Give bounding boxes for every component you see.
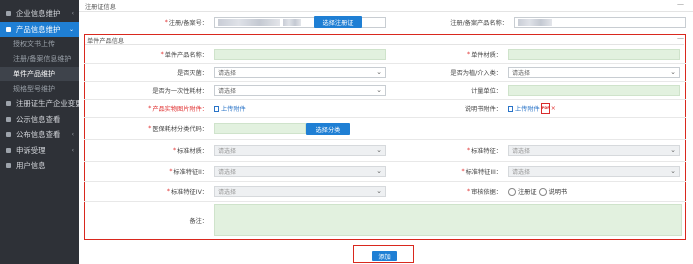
sidebar-item-label: 用户信息: [16, 161, 46, 171]
sidebar-item-label: 公示信息查看: [16, 114, 61, 124]
radio-registration[interactable]: [508, 187, 516, 196]
sidebar-item-enterprise-info[interactable]: 企业信息维护 ‹: [0, 6, 79, 22]
flag-icon: [6, 147, 11, 153]
category-code-input[interactable]: [214, 123, 306, 134]
remove-attachment-icon[interactable]: ×: [551, 105, 556, 112]
form-row: *标准材质： 请选择 *标准特征： 请选择: [84, 140, 686, 162]
is-intervention-label: 是否为植/介入类：: [450, 70, 502, 77]
select-category-button[interactable]: 选择分类: [306, 123, 350, 135]
sidebar-item-label: 企业信息维护: [16, 9, 61, 19]
std-feature1-label: * 标准特征：: [466, 147, 502, 155]
sidebar: 企业信息维护 ‹ 产品信息维护 ⌄ 授权文书上传 注册/备案信息维护 单件产品维护 …: [0, 0, 83, 264]
select-registration-button[interactable]: 选择注册证: [314, 16, 362, 28]
chevron-left-icon: ‹: [71, 131, 74, 139]
sidebar-item-product-info[interactable]: 产品信息维护 ⌄: [0, 21, 79, 37]
radio-registration-label: 注册证: [518, 189, 537, 196]
collapse-product-icon[interactable]: —: [677, 34, 684, 42]
std-feature2-select[interactable]: 请选择: [214, 166, 386, 177]
sidebar-item-user-info[interactable]: 用户信息: [0, 158, 79, 174]
sidebar-item-public-view[interactable]: 公示信息查看: [0, 112, 79, 128]
form-row: 是否灭菌： 请选择 是否为植/介入类： 请选择: [84, 64, 686, 82]
document-icon: [214, 105, 219, 112]
cube-icon: [6, 26, 11, 32]
unit-input[interactable]: [508, 85, 680, 96]
chevron-left-icon: ‹: [71, 10, 74, 17]
form-row: * 单件产品名称： * 单件材质：: [84, 46, 686, 64]
bell-icon: [6, 132, 11, 138]
is-disposable-select[interactable]: 请选择: [214, 85, 386, 96]
collapse-registration-icon[interactable]: —: [677, 0, 684, 8]
form-row: 是否为一次性耗材： 请选择 计量单位：: [84, 82, 686, 100]
std-feature4-select[interactable]: 请选择: [214, 186, 386, 197]
review-basis-label: * 审核依据：: [466, 188, 502, 196]
divider: [79, 11, 693, 12]
chevron-down-icon: ⌄: [68, 25, 74, 33]
sidebar-item-published-view[interactable]: 公布信息查看 ‹: [0, 127, 79, 143]
std-feature1-select[interactable]: 请选择: [508, 145, 680, 156]
form-row: * 医保耗材分类代码： 选择分类: [84, 118, 686, 140]
section-title-registration: 注册证信息: [85, 4, 116, 11]
redacted-value: [518, 18, 552, 26]
radio-manual[interactable]: [538, 187, 547, 196]
pdf-icon[interactable]: PDF: [540, 103, 550, 114]
remarks-textarea[interactable]: [214, 204, 682, 236]
document-icon: [508, 105, 513, 112]
remarks-label: 备注：: [189, 217, 208, 225]
manual-label: 说明书附件：: [464, 106, 502, 113]
main-content: 注册证信息 — * 注册/备案号： 选择注册证 注册/备案产品名称： 单件产品信息…: [79, 0, 693, 264]
upload-manual-link[interactable]: 上传附件: [508, 104, 540, 113]
radio-manual-label: 说明书: [548, 189, 568, 196]
subitem-spec-model[interactable]: 规格型号维护: [0, 81, 79, 96]
add-button[interactable]: 添加: [372, 251, 397, 261]
category-code-label: * 医保耗材分类代码：: [148, 125, 208, 133]
eye-icon: [6, 116, 11, 122]
upload-image-link[interactable]: 上传附件: [214, 104, 246, 113]
redacted-value: [218, 18, 280, 26]
is-implant-label: 是否灭菌：: [177, 70, 208, 77]
chevron-left-icon: ‹: [71, 146, 74, 154]
swap-icon: [6, 101, 11, 107]
product-name-label: * 单件产品名称：: [160, 51, 208, 59]
std-feature4-label: * 标准特征IV：: [166, 188, 208, 196]
sidebar-item-label: 产品信息维护: [16, 24, 61, 34]
std-feature3-label: * 标准特征III：: [461, 168, 502, 176]
form-row: *标准特征IV： 请选择 *审核依据： 注册证 说明书: [84, 182, 686, 202]
sidebar-item-label: 公布信息查看: [16, 130, 61, 140]
sidebar-item-label: 注册证生产企业变更: [16, 99, 83, 109]
sidebar-item-label: 申诉受理: [16, 145, 46, 155]
sidebar-item-appeal[interactable]: 申诉受理 ‹: [0, 143, 79, 159]
reg-product-name-field[interactable]: [512, 13, 688, 31]
divider: [85, 44, 684, 45]
subitem-registration-maintain[interactable]: 注册/备案信息维护: [0, 52, 79, 67]
redacted-value: [283, 18, 301, 26]
is-intervention-select[interactable]: 请选择: [508, 67, 680, 78]
form-row: 备注：: [84, 202, 686, 238]
std-material-select[interactable]: 请选择: [214, 145, 386, 156]
is-implant-select[interactable]: 请选择: [214, 67, 386, 78]
registration-row: * 注册/备案号： 选择注册证 注册/备案产品名称：: [84, 13, 686, 31]
home-icon: [6, 11, 11, 17]
form-row: * 产品实物图片附件： 上传附件 说明书附件： 上传附件 PDF ×: [84, 100, 686, 118]
reg-product-name-label: 注册/备案产品名称：: [450, 19, 508, 27]
std-feature2-label: * 标准特征II：: [169, 168, 208, 176]
form-row: *标准特征II： 请选择 *标准特征III： 请选择: [84, 162, 686, 182]
product-name-input[interactable]: [214, 49, 386, 60]
subitem-authorization-upload[interactable]: 授权文书上传: [0, 37, 79, 52]
std-feature3-select[interactable]: 请选择: [508, 166, 680, 177]
material-label: * 单件材质：: [466, 51, 502, 59]
material-input[interactable]: [508, 49, 680, 60]
product-image-label: * 产品实物图片附件：: [148, 105, 208, 113]
unit-label: 计量单位：: [471, 88, 502, 95]
subitem-single-product[interactable]: 单件产品维护: [0, 66, 79, 82]
is-disposable-label: 是否为一次性耗材：: [152, 88, 208, 95]
user-icon: [6, 163, 11, 169]
sidebar-item-enterprise-change[interactable]: 注册证生产企业变更: [0, 96, 83, 112]
std-material-label: * 标准材质：: [172, 147, 208, 155]
reg-no-label: * 注册/备案号：: [164, 18, 208, 27]
